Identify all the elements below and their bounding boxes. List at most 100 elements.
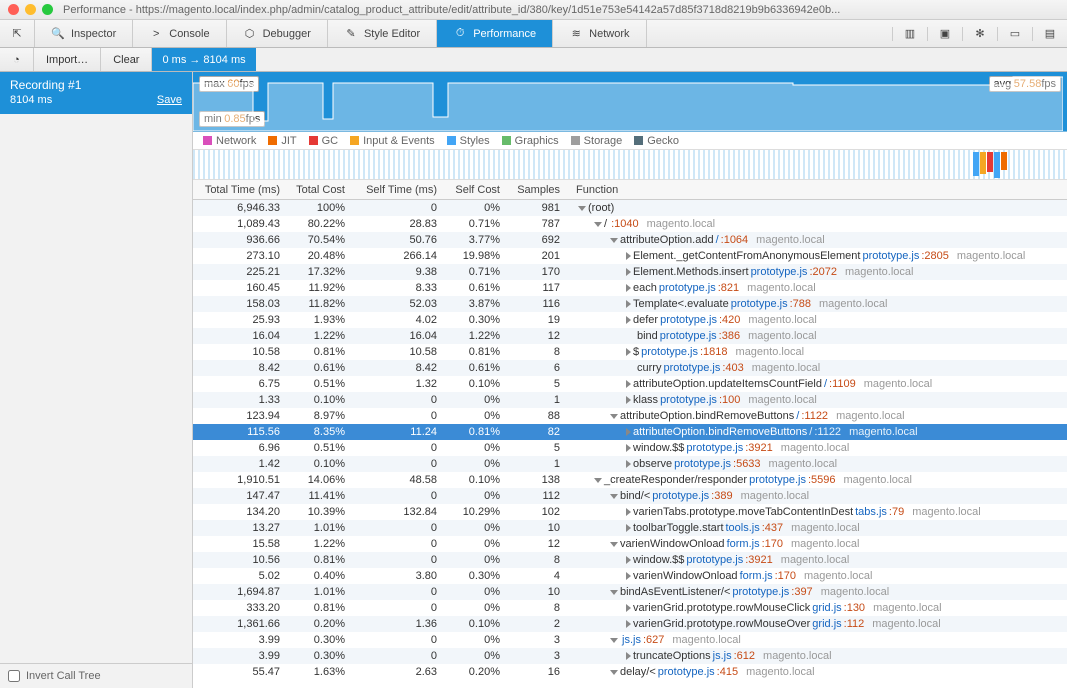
- table-row[interactable]: 16.041.22%16.041.22%12 bind prototype.js…: [193, 328, 1067, 344]
- expand-icon[interactable]: [626, 316, 631, 324]
- close-devtools-button[interactable]: ▤: [1032, 27, 1067, 41]
- expand-icon[interactable]: [626, 284, 631, 292]
- table-row[interactable]: 5.020.40%3.800.30%4 varienWindowOnload f…: [193, 568, 1067, 584]
- invert-checkbox[interactable]: [8, 670, 20, 682]
- table-row[interactable]: 1,694.871.01%00%10 bindAsEventListener/<…: [193, 584, 1067, 600]
- table-row[interactable]: 123.948.97%00%88 attributeOption.bindRem…: [193, 408, 1067, 424]
- toggle-split-button[interactable]: ▥: [892, 27, 927, 41]
- expand-icon[interactable]: [610, 590, 618, 595]
- devtools-tabs: ⇱ 🔍Inspector>Console⬡Debugger✎Style Edit…: [0, 20, 1067, 48]
- expand-icon[interactable]: [578, 206, 586, 211]
- table-row[interactable]: 10.560.81%00%8 window.$$ prototype.js:39…: [193, 552, 1067, 568]
- pointer-icon: ⇱: [10, 27, 24, 41]
- tab-console[interactable]: >Console: [133, 20, 226, 47]
- table-row[interactable]: 13.271.01%00%10 toolbarToggle.start tool…: [193, 520, 1067, 536]
- table-row[interactable]: 1,361.660.20%1.360.10%2 varienGrid.proto…: [193, 616, 1067, 632]
- table-row[interactable]: 3.990.30%00%3 js.js:627magento.local: [193, 632, 1067, 648]
- fps-timeline[interactable]: max 60fps min 0.85fps avg 57.58fps: [193, 72, 1067, 132]
- pick-element-button[interactable]: ⇱: [0, 20, 35, 47]
- record-button[interactable]: ◔: [0, 48, 34, 71]
- table-row[interactable]: 225.2117.32%9.380.71%170 Element.Methods…: [193, 264, 1067, 280]
- expand-icon[interactable]: [626, 380, 631, 388]
- table-row[interactable]: 1.330.10%00%1 klass prototype.js:100mage…: [193, 392, 1067, 408]
- tab-icon: 🔍: [51, 27, 65, 41]
- table-row[interactable]: 333.200.81%00%8 varienGrid.prototype.row…: [193, 600, 1067, 616]
- expand-icon[interactable]: [626, 252, 631, 260]
- table-row[interactable]: 147.4711.41%00%112 bind/< prototype.js:3…: [193, 488, 1067, 504]
- tab-network[interactable]: ≋Network: [553, 20, 646, 47]
- expand-icon[interactable]: [626, 348, 631, 356]
- panel-icon: ▥: [903, 27, 917, 41]
- maximize-icon[interactable]: [42, 4, 53, 15]
- table-row[interactable]: 1,910.5114.06%48.580.10%138 _createRespo…: [193, 472, 1067, 488]
- table-row[interactable]: 6.750.51%1.320.10%5 attributeOption.upda…: [193, 376, 1067, 392]
- expand-icon[interactable]: [626, 556, 631, 564]
- recording-item[interactable]: Recording #1 8104 ms Save: [0, 72, 192, 114]
- responsive-button[interactable]: ▣: [927, 27, 962, 41]
- tab-inspector[interactable]: 🔍Inspector: [35, 20, 133, 47]
- expand-icon[interactable]: [626, 396, 631, 404]
- import-button[interactable]: Import…: [34, 48, 101, 71]
- expand-icon[interactable]: [594, 222, 602, 227]
- expand-icon[interactable]: [626, 604, 631, 612]
- save-recording-link[interactable]: Save: [157, 94, 182, 106]
- table-row[interactable]: 25.931.93%4.020.30%19 defer prototype.js…: [193, 312, 1067, 328]
- table-row[interactable]: 936.6670.54%50.763.77%692 attributeOptio…: [193, 232, 1067, 248]
- tab-performance[interactable]: ⏱Performance: [437, 20, 553, 47]
- fps-graph: [193, 72, 1063, 131]
- tab-icon: >: [149, 27, 163, 41]
- expand-icon[interactable]: [626, 524, 631, 532]
- expand-icon[interactable]: [626, 268, 631, 276]
- table-row[interactable]: 8.420.61%8.420.61%6 curry prototype.js:4…: [193, 360, 1067, 376]
- table-row[interactable]: 3.990.30%00%3 truncateOptions js.js:612m…: [193, 648, 1067, 664]
- expand-icon[interactable]: [610, 414, 618, 419]
- marker-strip[interactable]: [193, 150, 1067, 180]
- table-row[interactable]: 160.4511.92%8.330.61%117 each prototype.…: [193, 280, 1067, 296]
- table-row[interactable]: 158.0311.82%52.033.87%116 Template<.eval…: [193, 296, 1067, 312]
- tab-debugger[interactable]: ⬡Debugger: [227, 20, 328, 47]
- table-header: Total Time (ms) Total Cost Self Time (ms…: [193, 180, 1067, 200]
- expand-icon[interactable]: [610, 638, 618, 643]
- clear-button[interactable]: Clear: [101, 48, 152, 71]
- table-row[interactable]: 55.471.63%2.630.20%16 delay/< prototype.…: [193, 664, 1067, 680]
- expand-icon[interactable]: [626, 444, 631, 452]
- call-tree-table[interactable]: Total Time (ms) Total Cost Self Time (ms…: [193, 180, 1067, 688]
- expand-icon[interactable]: [626, 508, 631, 516]
- table-row[interactable]: 15.581.22%00%12 varienWindowOnload form.…: [193, 536, 1067, 552]
- expand-icon[interactable]: [626, 652, 631, 660]
- settings-button[interactable]: ✻: [962, 27, 997, 41]
- table-row[interactable]: 273.1020.48%266.1419.98%201 Element._get…: [193, 248, 1067, 264]
- recording-name: Recording #1: [10, 78, 182, 92]
- expand-icon[interactable]: [610, 670, 618, 675]
- table-row[interactable]: 10.580.81%10.580.81%8 $ prototype.js:181…: [193, 344, 1067, 360]
- stopwatch-icon: ◔: [13, 54, 20, 66]
- table-row[interactable]: 115.568.35%11.240.81%82 attributeOption.…: [193, 424, 1067, 440]
- expand-icon[interactable]: [610, 494, 618, 499]
- expand-icon[interactable]: [610, 542, 618, 547]
- expand-icon[interactable]: [626, 300, 631, 308]
- close-icon[interactable]: [8, 4, 19, 15]
- legend-item: Gecko: [634, 135, 679, 147]
- table-row[interactable]: 1,089.4380.22%28.830.71%787 /:1040magent…: [193, 216, 1067, 232]
- legend-item: GC: [309, 135, 339, 147]
- expand-icon[interactable]: [594, 478, 602, 483]
- expand-icon[interactable]: [626, 428, 631, 436]
- table-row[interactable]: 6,946.33100%00%981 (root): [193, 200, 1067, 216]
- recordings-sidebar: Recording #1 8104 ms Save Invert Call Tr…: [0, 72, 193, 688]
- dock-button[interactable]: ▭: [997, 27, 1032, 41]
- minimize-icon[interactable]: [25, 4, 36, 15]
- table-row[interactable]: 1.420.10%00%1 observe prototype.js:5633m…: [193, 456, 1067, 472]
- expand-icon[interactable]: [610, 238, 618, 243]
- expand-icon[interactable]: [626, 460, 631, 468]
- perf-toolbar: ◔ Import… Clear 0 ms → 8104 ms: [0, 48, 1067, 72]
- expand-icon[interactable]: [626, 572, 631, 580]
- tab-style-editor[interactable]: ✎Style Editor: [328, 20, 437, 47]
- tab-icon: ⬡: [243, 27, 257, 41]
- invert-call-tree[interactable]: Invert Call Tree: [0, 663, 192, 688]
- table-row[interactable]: 6.960.51%00%5 window.$$ prototype.js:392…: [193, 440, 1067, 456]
- window-controls[interactable]: [8, 4, 53, 15]
- time-range: 0 ms → 8104 ms: [152, 48, 255, 71]
- expand-icon[interactable]: [626, 620, 631, 628]
- tab-icon: ≋: [569, 27, 583, 41]
- table-row[interactable]: 134.2010.39%132.8410.29%102 varienTabs.p…: [193, 504, 1067, 520]
